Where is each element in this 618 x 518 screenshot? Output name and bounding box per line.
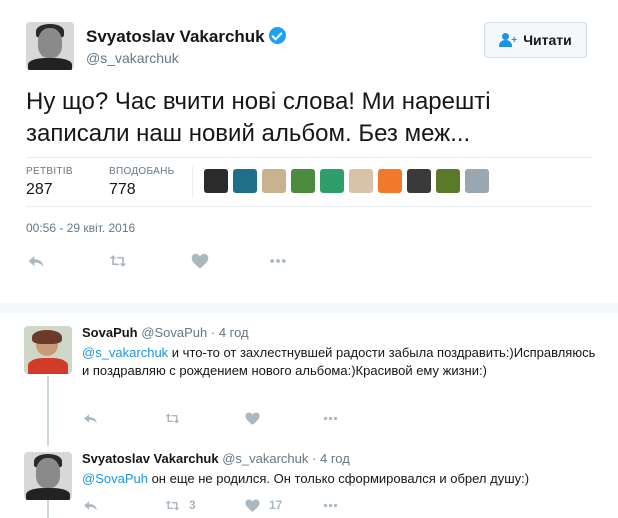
likes-label: ВПОДОБАНЬ bbox=[109, 166, 175, 177]
tweet-stats: РЕТВІТІВ 287 ВПОДОБАНЬ 778 bbox=[26, 157, 592, 207]
heart-icon bbox=[190, 251, 210, 271]
reply-icon bbox=[26, 251, 46, 271]
reply-button[interactable] bbox=[26, 250, 46, 272]
reply-author-handle[interactable]: @s_vakarchuk bbox=[222, 451, 308, 466]
reply-body: он еще не родился. Он только сформировал… bbox=[147, 471, 530, 486]
reply-time[interactable]: 4 год bbox=[219, 325, 249, 340]
reply-mention[interactable]: @s_vakarchuk bbox=[82, 345, 168, 360]
stats-divider bbox=[192, 166, 193, 198]
liker-avatar[interactable] bbox=[233, 169, 257, 193]
reply-text: @SovaPuh он еще не родился. Он только сф… bbox=[82, 470, 602, 488]
reply-text: @s_vakarchuk и что-то от захлестнувшей р… bbox=[82, 344, 602, 380]
author-name[interactable]: Svyatoslav Vakarchuk bbox=[86, 27, 286, 47]
author-avatar[interactable] bbox=[26, 22, 74, 70]
reply-separator: · bbox=[312, 451, 317, 466]
more-icon bbox=[268, 251, 288, 271]
more-icon bbox=[322, 410, 339, 427]
verified-badge-icon bbox=[268, 27, 286, 44]
like-button[interactable]: 17 bbox=[244, 494, 282, 516]
liker-avatar[interactable] bbox=[349, 169, 373, 193]
retweet-button[interactable] bbox=[108, 250, 128, 272]
reply-icon bbox=[82, 497, 99, 514]
retweet-button[interactable]: 3 bbox=[164, 494, 196, 516]
liker-avatar[interactable] bbox=[204, 169, 228, 193]
reply-header: Svyatoslav Vakarchuk @s_vakarchuk · 4 го… bbox=[82, 451, 350, 466]
likes-stat[interactable]: ВПОДОБАНЬ 778 bbox=[109, 166, 174, 199]
like-button[interactable] bbox=[190, 250, 210, 272]
like-button[interactable] bbox=[244, 407, 269, 429]
retweet-count: 3 bbox=[189, 498, 196, 512]
more-button[interactable] bbox=[322, 494, 339, 516]
reply-separator: · bbox=[210, 325, 216, 340]
reply-header: SovaPuh @SovaPuh · 4 год bbox=[82, 325, 249, 340]
retweet-icon bbox=[164, 497, 181, 514]
more-button[interactable] bbox=[268, 250, 288, 272]
heart-icon bbox=[244, 497, 261, 514]
retweet-button[interactable] bbox=[164, 407, 189, 429]
reply-button[interactable] bbox=[82, 407, 99, 429]
reply-avatar[interactable] bbox=[24, 452, 72, 500]
follow-user-icon: + bbox=[499, 33, 517, 47]
follow-button-label: Читати bbox=[523, 32, 572, 48]
liker-avatar[interactable] bbox=[436, 169, 460, 193]
reply-avatar[interactable] bbox=[24, 326, 72, 374]
reply-button[interactable] bbox=[82, 494, 99, 516]
like-count: 17 bbox=[269, 498, 283, 512]
tweet-text: Ну що? Час вчити нові слова! Ми нарешті … bbox=[26, 88, 491, 147]
liker-avatar[interactable] bbox=[407, 169, 431, 193]
more-button[interactable] bbox=[322, 407, 339, 429]
retweets-count: 287 bbox=[26, 181, 53, 198]
liker-avatar[interactable] bbox=[465, 169, 489, 193]
likes-count: 778 bbox=[109, 181, 136, 198]
heart-icon bbox=[244, 410, 261, 427]
author-handle[interactable]: @s_vakarchuk bbox=[86, 50, 179, 66]
retweet-icon bbox=[164, 410, 181, 427]
liker-avatars bbox=[204, 169, 489, 193]
reply-author-name[interactable]: SovaPuh bbox=[82, 325, 138, 340]
thread-line bbox=[47, 376, 49, 446]
tweet-timestamp[interactable]: 00:56 - 29 квіт. 2016 bbox=[26, 221, 135, 235]
reply-time[interactable]: 4 год bbox=[320, 451, 350, 466]
reply-icon bbox=[82, 410, 99, 427]
liker-avatar[interactable] bbox=[320, 169, 344, 193]
reply-author-handle[interactable]: @SovaPuh bbox=[141, 325, 207, 340]
more-icon bbox=[322, 497, 339, 514]
reply-mention[interactable]: @SovaPuh bbox=[82, 471, 148, 486]
retweet-icon bbox=[108, 251, 128, 271]
liker-avatar[interactable] bbox=[378, 169, 402, 193]
author-name-text[interactable]: Svyatoslav Vakarchuk bbox=[86, 27, 265, 46]
retweets-label: РЕТВІТІВ bbox=[26, 166, 73, 177]
thread-line bbox=[47, 500, 49, 518]
liker-avatar[interactable] bbox=[262, 169, 286, 193]
follow-button[interactable]: + Читати bbox=[484, 22, 587, 58]
main-tweet: Svyatoslav Vakarchuk @s_vakarchuk + Чита… bbox=[0, 0, 618, 300]
reply-author-name[interactable]: Svyatoslav Vakarchuk bbox=[82, 451, 219, 466]
liker-avatar[interactable] bbox=[291, 169, 315, 193]
retweets-stat[interactable]: РЕТВІТІВ 287 bbox=[26, 166, 73, 199]
